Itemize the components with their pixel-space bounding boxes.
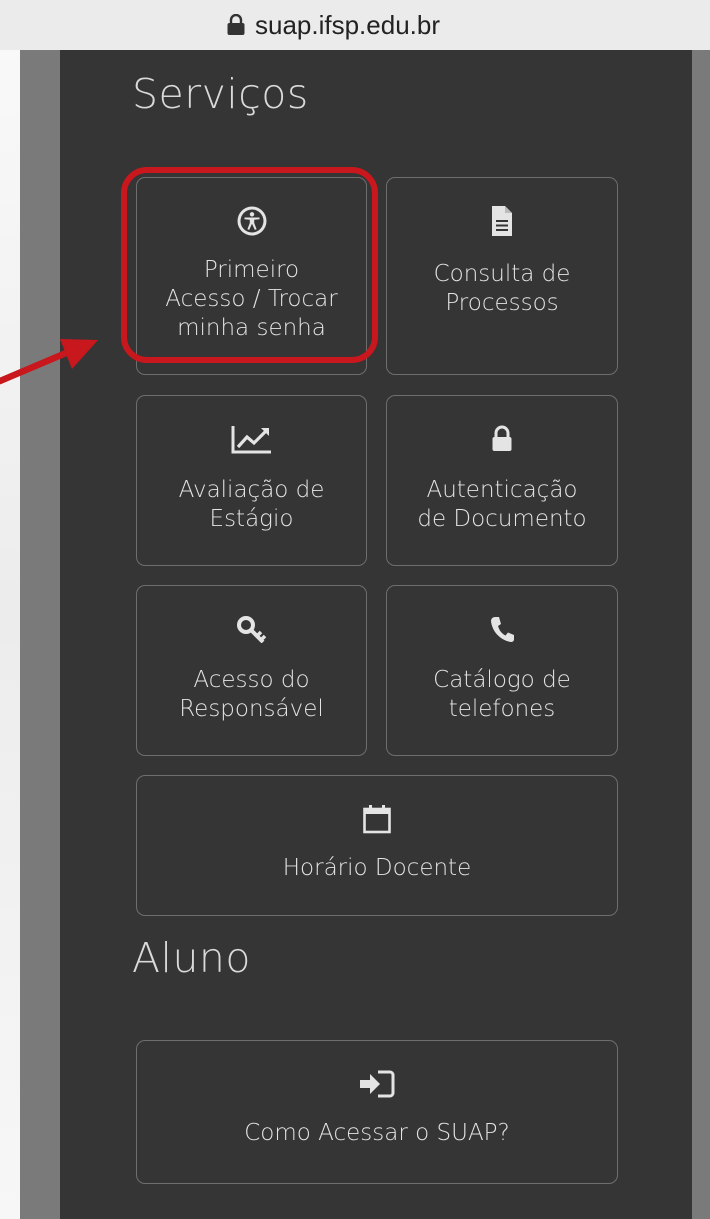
tile-label: Avaliação de Estágio xyxy=(178,477,325,532)
phone-icon xyxy=(489,612,515,646)
document-icon xyxy=(490,204,514,238)
sign-in-icon xyxy=(358,1067,396,1101)
lock-icon xyxy=(491,422,513,456)
lock-icon xyxy=(227,14,245,35)
sidebar-edge xyxy=(20,50,60,1219)
tile-avaliacao-estagio[interactable]: Avaliação de Estágio xyxy=(136,395,367,566)
tile-label: Acesso do Responsável xyxy=(179,667,324,722)
browser-address-bar[interactable]: suap.ifsp.edu.br xyxy=(0,0,710,50)
url-display[interactable]: suap.ifsp.edu.br xyxy=(226,10,440,41)
arrow-icon xyxy=(0,339,98,385)
section-title-aluno: Aluno xyxy=(132,934,251,982)
tile-catalogo-telefones[interactable]: Catálogo de telefones xyxy=(386,585,618,756)
highlight-annotation xyxy=(121,167,378,363)
scroll-edge xyxy=(692,50,710,1219)
key-icon xyxy=(236,612,268,646)
tile-label: Autenticação de Documento xyxy=(417,477,587,532)
section-title-servicos: Serviços xyxy=(132,70,309,118)
tile-acesso-responsavel[interactable]: Acesso do Responsável xyxy=(136,585,367,756)
tile-como-acessar-suap[interactable]: Como Acessar o SUAP? xyxy=(136,1040,618,1184)
line-chart-icon xyxy=(231,422,273,456)
url-text: suap.ifsp.edu.br xyxy=(254,9,440,40)
tile-label: Catálogo de telefones xyxy=(433,667,571,722)
tile-horario-docente[interactable]: Horário Docente xyxy=(136,775,618,916)
tile-autenticacao-documento[interactable]: Autenticação de Documento xyxy=(386,395,618,566)
calendar-icon xyxy=(362,802,392,836)
tile-label: Horário Docente xyxy=(282,855,472,881)
tile-label: Como Acessar o SUAP? xyxy=(244,1120,510,1146)
tile-label: Consulta de Processos xyxy=(433,261,571,316)
tile-consulta-processos[interactable]: Consulta de Processos xyxy=(386,177,618,375)
